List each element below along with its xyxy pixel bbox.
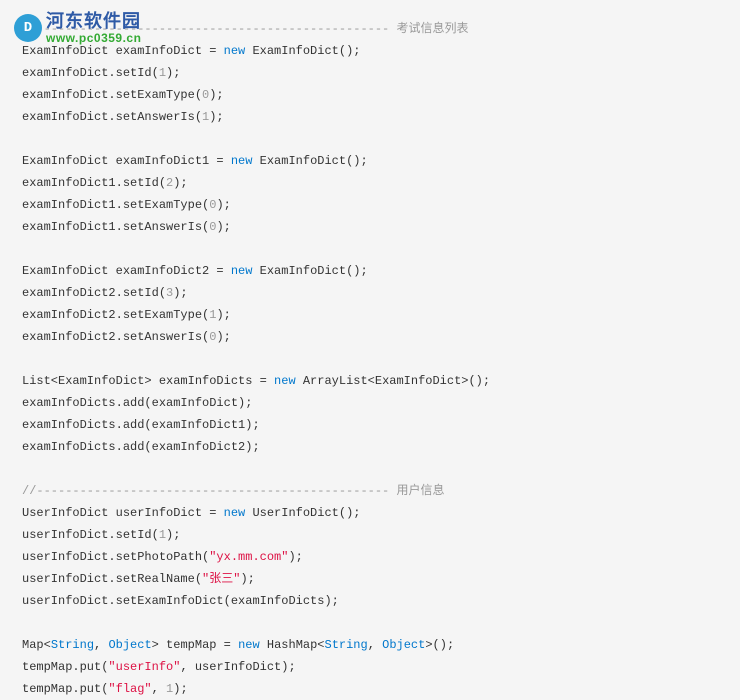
code-line: userInfoDict.setExamInfoDict(examInfoDic… [22, 590, 740, 612]
code-text: >(); [425, 638, 454, 652]
string-literal: "yx.mm.com" [209, 550, 288, 564]
code-line: ExamInfoDict examInfoDict = new ExamInfo… [22, 40, 740, 62]
code-line: examInfoDict.setAnswerIs(1); [22, 106, 740, 128]
code-text: ); [209, 110, 223, 124]
code-line: tempMap.put("userInfo", userInfoDict); [22, 656, 740, 678]
string-literal: "张三" [202, 572, 240, 586]
code-text: ); [216, 330, 230, 344]
code-text: ); [166, 528, 180, 542]
code-line: examInfoDicts.add(examInfoDict1); [22, 414, 740, 436]
code-text: userInfoDict.setRealName( [22, 572, 202, 586]
code-text: > tempMap = [152, 638, 238, 652]
type-object: Object [108, 638, 151, 652]
string-literal: "userInfo" [108, 660, 180, 674]
code-line: ExamInfoDict examInfoDict1 = new ExamInf… [22, 150, 740, 172]
keyword-new: new [238, 638, 260, 652]
code-line: examInfoDict1.setExamType(0); [22, 194, 740, 216]
code-line: userInfoDict.setRealName("张三"); [22, 568, 740, 590]
code-line: userInfoDict.setId(1); [22, 524, 740, 546]
code-text: examInfoDict2.setExamType( [22, 308, 209, 322]
keyword-new: new [274, 374, 296, 388]
code-line: examInfoDict1.setId(2); [22, 172, 740, 194]
code-text: UserInfoDict(); [245, 506, 360, 520]
code-line: List<ExamInfoDict> examInfoDicts = new A… [22, 370, 740, 392]
code-text: ); [173, 682, 187, 696]
keyword-new: new [231, 264, 253, 278]
code-text: userInfoDict.setId( [22, 528, 159, 542]
code-text: HashMap< [260, 638, 325, 652]
code-text: ExamInfoDict examInfoDict2 = [22, 264, 231, 278]
code-text: ); [288, 550, 302, 564]
code-text: examInfoDict.setId( [22, 66, 159, 80]
code-text: tempMap.put( [22, 682, 108, 696]
code-text: examInfoDict1.setId( [22, 176, 166, 190]
code-text: ); [216, 198, 230, 212]
code-text: ); [173, 286, 187, 300]
code-line: Map<String, Object> tempMap = new HashMa… [22, 634, 740, 656]
string-literal: "flag" [108, 682, 151, 696]
keyword-new: new [224, 44, 246, 58]
code-line: examInfoDict2.setId(3); [22, 282, 740, 304]
blank-line [22, 348, 740, 370]
code-text: Map< [22, 638, 51, 652]
code-line: tempMap.put("flag", 1); [22, 678, 740, 700]
code-text: userInfoDict.setPhotoPath( [22, 550, 209, 564]
code-line: ExamInfoDict examInfoDict2 = new ExamInf… [22, 260, 740, 282]
code-text: ExamInfoDict(); [252, 154, 367, 168]
code-line: UserInfoDict userInfoDict = new UserInfo… [22, 502, 740, 524]
code-text: ); [240, 572, 254, 586]
blank-line [22, 458, 740, 480]
keyword-new: new [224, 506, 246, 520]
code-line: examInfoDicts.add(examInfoDict); [22, 392, 740, 414]
code-text: ExamInfoDict(); [252, 264, 367, 278]
type-string: String [51, 638, 94, 652]
number-literal: 1 [159, 66, 166, 80]
code-text: examInfoDict.setExamType( [22, 88, 202, 102]
blank-line [22, 238, 740, 260]
comment-exam-info: //--------------------------------------… [22, 18, 740, 40]
type-object: Object [382, 638, 425, 652]
blank-line [22, 612, 740, 634]
code-text: ArrayList<ExamInfoDict>(); [296, 374, 490, 388]
keyword-new: new [231, 154, 253, 168]
code-line: examInfoDict2.setExamType(1); [22, 304, 740, 326]
code-line: examInfoDict1.setAnswerIs(0); [22, 216, 740, 238]
code-line: examInfoDict.setExamType(0); [22, 84, 740, 106]
code-text: tempMap.put( [22, 660, 108, 674]
code-text: ExamInfoDict(); [245, 44, 360, 58]
code-text: examInfoDict1.setAnswerIs( [22, 220, 209, 234]
code-text: , userInfoDict); [180, 660, 295, 674]
comment-user-info: //--------------------------------------… [22, 480, 740, 502]
code-line: examInfoDict.setId(1); [22, 62, 740, 84]
code-line: examInfoDict2.setAnswerIs(0); [22, 326, 740, 348]
code-text: examInfoDict1.setExamType( [22, 198, 209, 212]
code-text: ); [166, 66, 180, 80]
code-text: List<ExamInfoDict> examInfoDicts = [22, 374, 274, 388]
code-line: examInfoDicts.add(examInfoDict2); [22, 436, 740, 458]
code-text: ExamInfoDict examInfoDict = [22, 44, 224, 58]
blank-line [22, 128, 740, 150]
code-line: userInfoDict.setPhotoPath("yx.mm.com"); [22, 546, 740, 568]
code-text: ); [209, 88, 223, 102]
code-text: ); [216, 308, 230, 322]
type-string: String [325, 638, 368, 652]
code-text: examInfoDict2.setId( [22, 286, 166, 300]
code-text: , [94, 638, 108, 652]
code-text: ); [173, 176, 187, 190]
code-text: examInfoDict.setAnswerIs( [22, 110, 202, 124]
code-text: examInfoDict2.setAnswerIs( [22, 330, 209, 344]
code-text: , [152, 682, 166, 696]
code-text: ); [216, 220, 230, 234]
number-literal: 1 [159, 528, 166, 542]
code-text: UserInfoDict userInfoDict = [22, 506, 224, 520]
code-text: , [368, 638, 382, 652]
code-text: ExamInfoDict examInfoDict1 = [22, 154, 231, 168]
